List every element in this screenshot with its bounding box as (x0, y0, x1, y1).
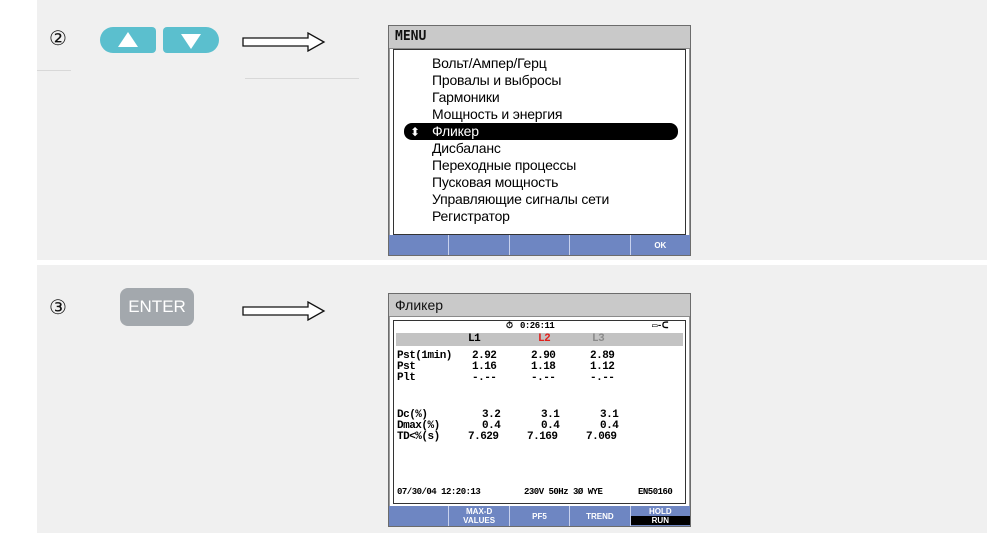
menu-item-transients[interactable]: Переходные процессы (432, 157, 576, 174)
triangle-up-icon (118, 32, 138, 47)
value-l3: -.-- (590, 372, 615, 384)
elapsed-timer: 0:26:11 (520, 321, 555, 331)
battery-plug-icon: ▭-ᑕ (652, 321, 668, 331)
row-label: TD<%(s) (397, 431, 440, 443)
menu-item-mains-signaling[interactable]: Управляющие сигналы сети (432, 191, 609, 208)
f1-key[interactable] (389, 506, 450, 526)
flicker-readings: ⏱ 0:26:11 ▭-ᑕ L1 L2 L3 Pst(1min) 2.92 2.… (393, 320, 686, 504)
pf5-key[interactable]: PF5 (510, 506, 571, 526)
right-arrow-icon (242, 32, 326, 52)
value-l1: -.-- (472, 372, 497, 384)
phase-label-l1: L1 (468, 333, 481, 345)
fkey-line1: PF5 (532, 511, 547, 521)
phase-label-l3: L3 (592, 333, 605, 345)
status-standard: EN50160 (638, 487, 673, 497)
ok-key[interactable]: OK (631, 235, 690, 255)
timer-icon: ⏱ (506, 321, 513, 331)
f3-key[interactable] (510, 235, 571, 255)
menu-item-label: Фликер (432, 123, 479, 139)
triangle-down-icon (181, 34, 201, 49)
value-l1: 7.629 (468, 431, 499, 443)
fkey-line2: RUN (630, 516, 691, 525)
status-datetime: 07/30/04 12:20:13 (397, 487, 481, 497)
hold-run-key[interactable]: HOLD RUN (630, 506, 691, 526)
menu-item-logger[interactable]: Регистратор (432, 208, 510, 225)
right-arrow-icon (242, 301, 326, 321)
up-down-arrow-icon: ⬍ (410, 125, 420, 139)
menu-item-dips-swells[interactable]: Провалы и выбросы (432, 72, 561, 89)
phase-label-l2: L2 (538, 333, 551, 345)
max-d-values-key[interactable]: MAX-D VALUES (449, 506, 510, 526)
row-label: Plt (397, 372, 416, 384)
value-l2: 7.169 (527, 431, 558, 443)
f4-key[interactable] (570, 235, 631, 255)
divider (37, 70, 71, 71)
fkey-line1: HOLD (648, 507, 672, 516)
f1-key[interactable] (389, 235, 450, 255)
up-arrow-button[interactable] (100, 27, 156, 53)
fkey-line2: VALUES (463, 516, 496, 525)
function-key-bar: MAX-D VALUES PF5 TREND HOLD RUN (389, 506, 691, 526)
value-l3: 7.069 (586, 431, 617, 443)
enter-button[interactable]: ENTER (120, 288, 194, 326)
menu-item-flicker[interactable]: ⬍ Фликер (404, 123, 678, 140)
menu-title: MENU (389, 26, 690, 49)
step-number: ③ (49, 295, 67, 319)
fkey-line1: MAX-D (466, 507, 493, 516)
status-config: 230V 50Hz 3Ø WYE (524, 487, 603, 497)
menu-item-harmonics[interactable]: Гармоники (432, 89, 500, 106)
f2-key[interactable] (449, 235, 510, 255)
menu-item-power-energy[interactable]: Мощность и энергия (432, 106, 563, 123)
menu-screen: MENU Вольт/Ампер/Герц Провалы и выбросы … (388, 25, 691, 256)
flicker-screen: Фликер ⏱ 0:26:11 ▭-ᑕ L1 L2 L3 Pst(1min) … (388, 293, 691, 527)
fkey-line1: TREND (586, 511, 614, 521)
trend-key[interactable]: TREND (570, 506, 631, 526)
divider (245, 78, 359, 79)
step-number: ② (49, 26, 67, 50)
down-arrow-button[interactable] (163, 27, 219, 53)
menu-item-volts-amps-hertz[interactable]: Вольт/Ампер/Герц (432, 55, 547, 72)
menu-item-unbalance[interactable]: Дисбаланс (432, 140, 501, 157)
flicker-title: Фликер (389, 294, 690, 317)
function-key-bar: OK (389, 235, 690, 255)
step-3-row: ③ ENTER Фликер ⏱ 0:26:11 ▭-ᑕ L1 L2 L3 Ps… (37, 265, 987, 533)
menu-item-inrush[interactable]: Пусковая мощность (432, 174, 558, 191)
value-l2: -.-- (531, 372, 556, 384)
menu-list: Вольт/Ампер/Герц Провалы и выбросы Гармо… (393, 49, 686, 235)
step-2-row: ② MENU Вольт/Ампер/Герц Провалы и выброс… (37, 0, 987, 260)
